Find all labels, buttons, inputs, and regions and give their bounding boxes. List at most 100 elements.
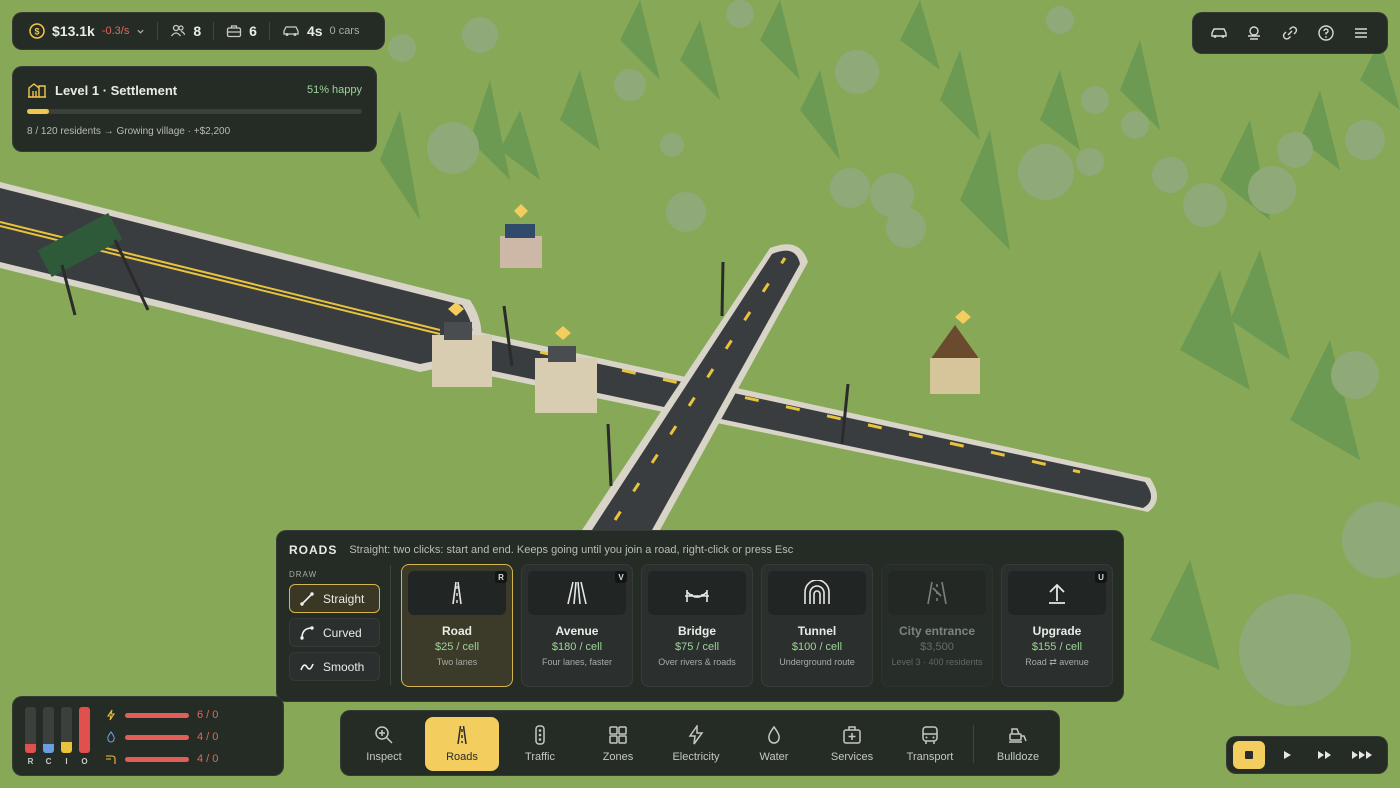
speed-controls bbox=[1226, 736, 1388, 774]
grid-icon bbox=[608, 725, 628, 745]
draw-label: DRAW bbox=[289, 570, 318, 579]
water-bar bbox=[125, 734, 189, 740]
mode-curved-button[interactable]: Curved bbox=[289, 618, 380, 647]
road-card[interactable]: R Road $25 / cell Two lanes bbox=[401, 564, 513, 687]
jobs-value: 6 bbox=[249, 23, 257, 39]
people-icon bbox=[170, 24, 186, 38]
demand-label: R bbox=[27, 757, 34, 766]
tool-label: Roads bbox=[446, 751, 478, 763]
demand-fill bbox=[79, 707, 90, 753]
tool-inspect[interactable]: Inspect bbox=[347, 717, 421, 771]
sewage-meter: 4 / 0 bbox=[105, 753, 218, 765]
tool-label: Services bbox=[830, 751, 874, 763]
level-progress-bar bbox=[27, 109, 362, 114]
card-description: Underground route bbox=[779, 657, 855, 667]
demand-label: O bbox=[81, 757, 88, 766]
commute-stat: 4s 0 cars bbox=[282, 23, 360, 39]
residential-demand-bar bbox=[25, 707, 36, 753]
cars-count: 0 cars bbox=[329, 25, 360, 37]
link-icon[interactable] bbox=[1281, 25, 1299, 41]
bridge-icon bbox=[648, 571, 746, 615]
tool-electricity[interactable]: Electricity bbox=[659, 717, 733, 771]
fast-forward-button[interactable] bbox=[1309, 741, 1341, 769]
divider bbox=[973, 725, 974, 763]
weather-icon[interactable] bbox=[1245, 25, 1263, 41]
card-description: Over rivers & roads bbox=[658, 657, 736, 667]
tool-label: Bulldoze bbox=[996, 751, 1040, 763]
card-description: Four lanes, faster bbox=[541, 657, 613, 667]
help-icon[interactable] bbox=[1317, 24, 1335, 42]
bridge-card[interactable]: Bridge $75 / cell Over rivers & roads bbox=[641, 564, 753, 687]
building-icon bbox=[27, 81, 47, 99]
menu-icon[interactable] bbox=[1352, 25, 1370, 41]
briefcase-icon bbox=[226, 24, 242, 38]
level-progress-fill bbox=[27, 109, 50, 114]
commercial-demand-bar bbox=[43, 707, 54, 753]
card-price: $25 / cell bbox=[434, 641, 480, 653]
power-value: 6 / 0 bbox=[197, 709, 219, 721]
tool-zones[interactable]: Zones bbox=[581, 717, 655, 771]
residents-value: 8 bbox=[193, 23, 202, 39]
card-price: $75 / cell bbox=[674, 641, 720, 653]
power-bar bbox=[125, 712, 189, 718]
level-title: Level 1 · Settlement bbox=[55, 82, 178, 98]
demand-label: I bbox=[65, 757, 68, 766]
medkit-icon bbox=[842, 725, 862, 745]
avenue-card[interactable]: V Avenue $180 / cell Four lanes, faster bbox=[521, 564, 633, 687]
road-icon bbox=[408, 571, 506, 615]
mode-smooth-button[interactable]: Smooth bbox=[289, 652, 380, 681]
upgrade-card[interactable]: U Upgrade $155 / cell Road ⇄ avenue bbox=[1001, 564, 1113, 687]
city-entrance-icon bbox=[888, 571, 986, 615]
stats-bar: $ $13.1k -0.3/s 8 6 4s 0 cars bbox=[12, 12, 385, 50]
divider bbox=[213, 22, 215, 40]
mode-straight-button[interactable]: Straight bbox=[289, 584, 380, 613]
level-card[interactable]: Level 1 · Settlement 51% happy 8 / 120 r… bbox=[12, 66, 377, 152]
mode-label: Straight bbox=[323, 591, 365, 606]
card-name: City entrance bbox=[898, 624, 976, 638]
drop-icon bbox=[764, 725, 784, 745]
water-meter: 4 / 0 bbox=[105, 731, 218, 743]
tool-traffic[interactable]: Traffic bbox=[503, 717, 577, 771]
play-button[interactable] bbox=[1271, 741, 1303, 769]
tool-services[interactable]: Services bbox=[815, 717, 889, 771]
card-description: Road ⇄ avenue bbox=[1025, 657, 1089, 667]
traffic-light-icon bbox=[530, 725, 550, 745]
roads-hint: Straight: two clicks: start and end. Kee… bbox=[349, 544, 794, 556]
jobs-stat: 6 bbox=[226, 23, 257, 39]
power-meter: 6 / 0 bbox=[105, 709, 218, 721]
city-entrance-card[interactable]: City entrance $3,500 Level 3 · 400 resid… bbox=[881, 564, 993, 687]
industrial-demand-bar bbox=[61, 707, 72, 753]
card-price: $180 / cell bbox=[551, 641, 603, 653]
bus-icon bbox=[920, 725, 940, 745]
svg-text:$: $ bbox=[34, 27, 39, 37]
stop-icon bbox=[1244, 750, 1254, 760]
pipe-icon bbox=[105, 753, 117, 765]
top-right-toolbar bbox=[1192, 12, 1388, 54]
tool-label: Zones bbox=[602, 751, 634, 763]
tool-water[interactable]: Water bbox=[737, 717, 811, 771]
card-price: $155 / cell bbox=[1031, 641, 1083, 653]
tool-bulldoze[interactable]: Bulldoze bbox=[981, 717, 1055, 771]
avenue-icon bbox=[528, 571, 626, 615]
resource-meters[interactable]: R C I O 6 / 0 4 / 0 4 / 0 bbox=[12, 696, 284, 776]
money-stat[interactable]: $ $13.1k -0.3/s bbox=[29, 23, 145, 39]
sewage-bar bbox=[125, 756, 189, 762]
card-price: $100 / cell bbox=[791, 641, 843, 653]
tool-transport[interactable]: Transport bbox=[893, 717, 967, 771]
curved-line-icon bbox=[299, 625, 315, 641]
tool-label: Water bbox=[759, 751, 789, 763]
magnifier-icon bbox=[374, 725, 394, 745]
pause-button[interactable] bbox=[1233, 741, 1265, 769]
tool-roads[interactable]: Roads bbox=[425, 717, 499, 771]
tunnel-card[interactable]: Tunnel $100 / cell Underground route bbox=[761, 564, 873, 687]
car-icon[interactable] bbox=[1210, 25, 1228, 41]
demand-fill bbox=[43, 743, 54, 753]
demand-fill bbox=[25, 743, 36, 753]
card-name: Upgrade bbox=[1032, 624, 1082, 638]
play-icon bbox=[1282, 750, 1292, 760]
water-value: 4 / 0 bbox=[197, 731, 219, 743]
shortcut-key: R bbox=[495, 571, 507, 583]
demand-label: C bbox=[45, 757, 52, 766]
fastest-button[interactable] bbox=[1347, 741, 1379, 769]
tool-label: Transport bbox=[906, 751, 954, 763]
